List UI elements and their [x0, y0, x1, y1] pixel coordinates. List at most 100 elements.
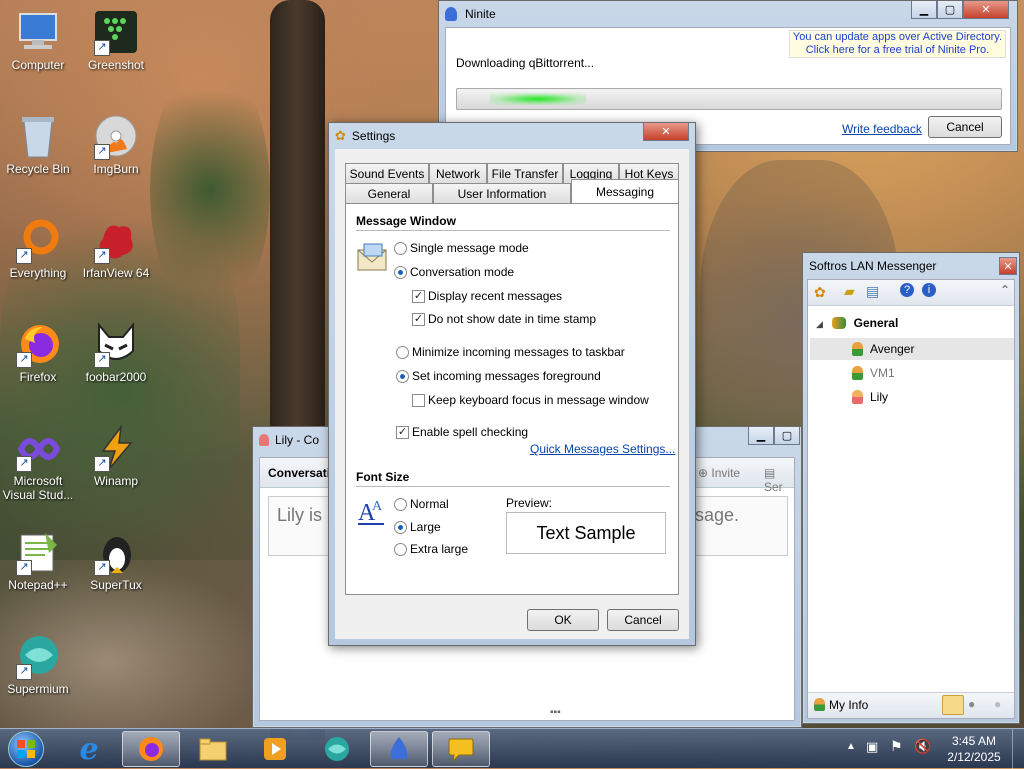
minimize-button[interactable]: ▁ — [911, 1, 937, 19]
show-desktop-button[interactable] — [1012, 729, 1024, 769]
window-title: Ninite — [465, 7, 496, 21]
display-recent-label[interactable]: Display recent messages — [428, 289, 562, 303]
taskbar-explorer[interactable] — [184, 731, 242, 767]
keep-focus-checkbox[interactable] — [412, 394, 425, 407]
user-row-vm1[interactable]: VM1 — [810, 362, 1014, 384]
minimize-incoming-label[interactable]: Minimize incoming messages to taskbar — [412, 345, 625, 359]
set-foreground-label[interactable]: Set incoming messages foreground — [412, 369, 601, 383]
message-text-end: sage. — [695, 505, 740, 525]
desktop-icon-notepadpp[interactable]: ↗ Notepad++ — [0, 528, 76, 592]
desktop-icon-label: Winamp — [93, 474, 138, 488]
minimize-button[interactable]: ▁ — [748, 427, 774, 445]
clock[interactable]: 3:45 AM 2/12/2025 — [944, 733, 1004, 765]
status-offline-button[interactable]: ● — [994, 697, 1001, 711]
lan-messenger-titlebar[interactable]: Softros LAN Messenger — [803, 253, 1019, 279]
font-large-label[interactable]: Large — [410, 520, 441, 534]
taskbar-supermium[interactable] — [308, 731, 366, 767]
single-mode-radio[interactable] — [394, 242, 407, 255]
desktop-icon-computer[interactable]: Computer — [0, 8, 76, 72]
write-feedback-link[interactable]: Write feedback — [842, 122, 922, 136]
tab-label: File Transfer — [491, 166, 559, 181]
font-large-radio[interactable] — [394, 521, 407, 534]
desktop-icon-irfanview[interactable]: ↗ IrfanView 64 — [78, 216, 154, 280]
help-icon[interactable]: ? — [900, 283, 914, 297]
taskbar-internet-explorer[interactable]: e — [60, 731, 118, 767]
single-mode-label[interactable]: Single message mode — [410, 241, 529, 255]
my-info-button[interactable]: My Info — [814, 698, 868, 712]
no-date-checkbox[interactable]: ✓ — [412, 313, 425, 326]
windows-logo-icon — [17, 740, 35, 758]
send-button[interactable]: ▤ Ser — [764, 466, 794, 494]
user-row-avenger[interactable]: Avenger — [810, 338, 1014, 360]
desktop-icon-winamp[interactable]: ↗ Winamp — [78, 424, 154, 488]
settings-titlebar[interactable]: ✿ Settings — [329, 123, 695, 149]
user-online-icon — [852, 342, 863, 356]
group-general[interactable]: ◢ General — [816, 316, 898, 330]
no-date-label[interactable]: Do not show date in time stamp — [428, 312, 596, 326]
desktop-icon-recycle-bin[interactable]: Recycle Bin — [0, 112, 76, 176]
tab-file-transfer[interactable]: File Transfer — [487, 163, 563, 183]
ninite-pro-ad[interactable]: You can update apps over Active Director… — [788, 30, 1006, 58]
tab-sound-events[interactable]: Sound Events — [345, 163, 429, 183]
network-icon[interactable]: ▣ — [866, 739, 878, 755]
desktop-icon-firefox[interactable]: ↗ Firefox — [0, 320, 76, 384]
minimize-incoming-radio[interactable] — [396, 346, 409, 359]
desktop-icon-supertux[interactable]: ↗ SuperTux — [78, 528, 154, 592]
status-away-button[interactable]: ● — [968, 697, 975, 711]
collapse-icon[interactable]: ⌃ — [1000, 283, 1010, 297]
display-recent-checkbox[interactable]: ✓ — [412, 290, 425, 303]
history-icon[interactable]: ▤ — [866, 283, 879, 300]
conversation-mode-radio[interactable] — [394, 266, 407, 279]
taskbar-firefox[interactable] — [122, 731, 180, 767]
keep-focus-label[interactable]: Keep keyboard focus in message window — [428, 393, 649, 407]
close-button[interactable]: ✕ — [963, 1, 1009, 19]
send-icon: ▤ — [764, 466, 776, 480]
everything-icon: ↗ — [14, 216, 62, 264]
taskbar-media-player[interactable] — [246, 731, 304, 767]
tab-messaging[interactable]: Messaging — [571, 179, 679, 203]
show-hidden-icons-button[interactable]: ▲ — [846, 741, 856, 752]
spell-check-checkbox[interactable]: ✓ — [396, 426, 409, 439]
resize-grip[interactable]: ▪▪▪ — [550, 707, 561, 718]
desktop-icon-everything[interactable]: ↗ Everything — [0, 216, 76, 280]
maximize-button[interactable]: ▢ — [937, 1, 963, 19]
conversation-mode-label[interactable]: Conversation mode — [410, 265, 514, 279]
set-foreground-radio[interactable] — [396, 370, 409, 383]
font-normal-label[interactable]: Normal — [410, 497, 449, 511]
folder-icon[interactable]: ▰ — [844, 283, 855, 300]
invite-button[interactable]: ⊕ Invite — [698, 466, 740, 480]
tab-user-information[interactable]: User Information — [433, 183, 571, 203]
tab-general[interactable]: General — [345, 183, 433, 203]
ninite-cancel-button[interactable]: Cancel — [928, 116, 1002, 138]
desktop-icon-foobar2000[interactable]: ↗ foobar2000 — [78, 320, 154, 384]
font-size-header: Font Size — [356, 470, 410, 484]
desktop-icon-label: IrfanView 64 — [82, 266, 150, 280]
font-extra-large-label[interactable]: Extra large — [410, 542, 468, 556]
close-button[interactable]: ✕ — [999, 257, 1017, 275]
user-row-lily[interactable]: Lily — [810, 386, 1014, 408]
quick-messages-settings-link[interactable]: Quick Messages Settings... — [530, 442, 675, 456]
ok-button[interactable]: OK — [527, 609, 599, 631]
taskbar-lan-messenger[interactable] — [432, 731, 490, 767]
volume-muted-icon[interactable]: 🔇 — [914, 738, 931, 755]
start-button[interactable] — [8, 731, 44, 767]
maximize-button[interactable]: ▢ — [774, 427, 800, 445]
close-button[interactable]: ✕ — [643, 123, 689, 141]
desktop-icon-imgburn[interactable]: ↗ ImgBurn — [78, 112, 154, 176]
media-player-icon — [264, 738, 286, 760]
info-icon[interactable]: i — [922, 283, 936, 297]
desktop-icon-supermium[interactable]: ↗ Supermium — [0, 632, 76, 696]
desktop-icon-greenshot[interactable]: ↗ Greenshot — [78, 8, 154, 72]
desktop-icon-visual-studio[interactable]: ↗ Microsoft Visual Stud... — [0, 424, 76, 502]
settings-cancel-button[interactable]: Cancel — [607, 609, 679, 631]
font-extra-large-radio[interactable] — [394, 543, 407, 556]
spell-check-label[interactable]: Enable spell checking — [412, 425, 528, 439]
action-center-flag-icon[interactable]: ⚑ — [890, 738, 903, 755]
status-online-button[interactable] — [942, 695, 964, 715]
taskbar-ninite[interactable] — [370, 731, 428, 767]
tab-network[interactable]: Network — [429, 163, 487, 183]
font-normal-radio[interactable] — [394, 498, 407, 511]
shortcut-arrow-icon: ↗ — [94, 40, 110, 56]
settings-icon[interactable]: ✿ — [814, 284, 826, 301]
shortcut-arrow-icon: ↗ — [16, 560, 32, 576]
